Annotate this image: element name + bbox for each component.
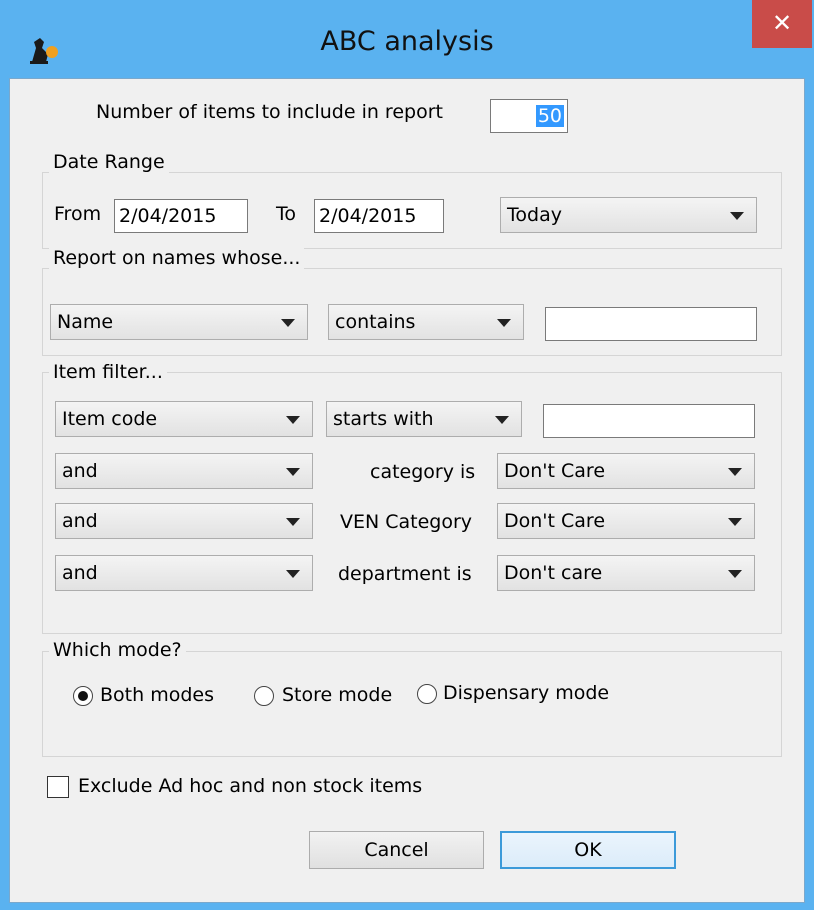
- category-conj-value: and: [62, 460, 98, 482]
- mode-title: Which mode?: [49, 639, 186, 661]
- ok-button[interactable]: OK: [500, 831, 676, 869]
- from-date-input[interactable]: 2/04/2015: [114, 199, 248, 233]
- both-modes-label[interactable]: Both modes: [100, 684, 214, 706]
- date-range-title: Date Range: [49, 151, 169, 173]
- item-filter-title: Item filter...: [49, 361, 167, 383]
- department-value: Don't care: [504, 562, 603, 584]
- radio-both-modes[interactable]: [73, 686, 93, 706]
- to-label: To: [276, 203, 297, 225]
- dialog-window: ABC analysis ✕ Number of items to includ…: [0, 0, 814, 910]
- chevron-down-icon: [728, 518, 742, 526]
- ven-category-value: Don't Care: [504, 510, 606, 532]
- radio-selected-dot: [78, 691, 88, 701]
- dialog-body: Number of items to include in report 50 …: [9, 78, 805, 903]
- radio-store-mode[interactable]: [254, 686, 274, 706]
- chevron-down-icon: [728, 468, 742, 476]
- department-conj-value: and: [62, 562, 98, 584]
- store-mode-label[interactable]: Store mode: [282, 684, 392, 706]
- exclude-label[interactable]: Exclude Ad hoc and non stock items: [78, 775, 422, 797]
- chevron-down-icon: [730, 212, 744, 220]
- chevron-down-icon: [497, 319, 511, 327]
- date-preset-value: Today: [507, 204, 562, 226]
- ven-conj-value: and: [62, 510, 98, 532]
- category-value: Don't Care: [504, 460, 606, 482]
- item-field-select[interactable]: Item code: [55, 401, 313, 437]
- name-field-select[interactable]: Name: [50, 304, 308, 340]
- chevron-down-icon: [286, 416, 300, 424]
- exclude-checkbox[interactable]: [47, 776, 69, 798]
- category-select[interactable]: Don't Care: [497, 453, 755, 489]
- chevron-down-icon: [495, 416, 509, 424]
- name-field-value: Name: [57, 311, 114, 333]
- from-label: From: [54, 203, 102, 225]
- names-filter-title: Report on names whose...: [49, 247, 305, 269]
- items-count-value: 50: [535, 105, 564, 127]
- dispensary-mode-label[interactable]: Dispensary mode: [443, 682, 609, 704]
- window-title: ABC analysis: [320, 26, 494, 57]
- name-operator-select[interactable]: contains: [328, 304, 524, 340]
- radio-dispensary-mode[interactable]: [417, 684, 437, 704]
- items-count-input[interactable]: 50: [490, 99, 568, 133]
- items-count-label: Number of items to include in report: [96, 101, 443, 123]
- department-conj-select[interactable]: and: [55, 555, 313, 591]
- date-preset-select[interactable]: Today: [500, 197, 757, 233]
- name-value-input[interactable]: [545, 307, 757, 341]
- cancel-button[interactable]: Cancel: [309, 831, 484, 869]
- ven-category-select[interactable]: Don't Care: [497, 503, 755, 539]
- ven-conj-select[interactable]: and: [55, 503, 313, 539]
- chevron-down-icon: [728, 570, 742, 578]
- item-operator-value: starts with: [333, 408, 434, 430]
- close-button[interactable]: ✕: [752, 0, 812, 48]
- to-date-input[interactable]: 2/04/2015: [314, 199, 444, 233]
- ven-category-label: VEN Category: [340, 511, 473, 533]
- name-operator-value: contains: [335, 311, 416, 333]
- department-label: department is: [338, 563, 472, 585]
- category-label: category is: [370, 461, 476, 483]
- chevron-down-icon: [286, 570, 300, 578]
- chevron-down-icon: [281, 319, 295, 327]
- category-conj-select[interactable]: and: [55, 453, 313, 489]
- item-value-input[interactable]: [543, 404, 755, 438]
- item-field-value: Item code: [62, 408, 158, 430]
- title-bar[interactable]: ABC analysis ✕: [0, 0, 814, 85]
- department-select[interactable]: Don't care: [497, 555, 755, 591]
- chevron-down-icon: [286, 468, 300, 476]
- chevron-down-icon: [286, 518, 300, 526]
- item-operator-select[interactable]: starts with: [326, 401, 522, 437]
